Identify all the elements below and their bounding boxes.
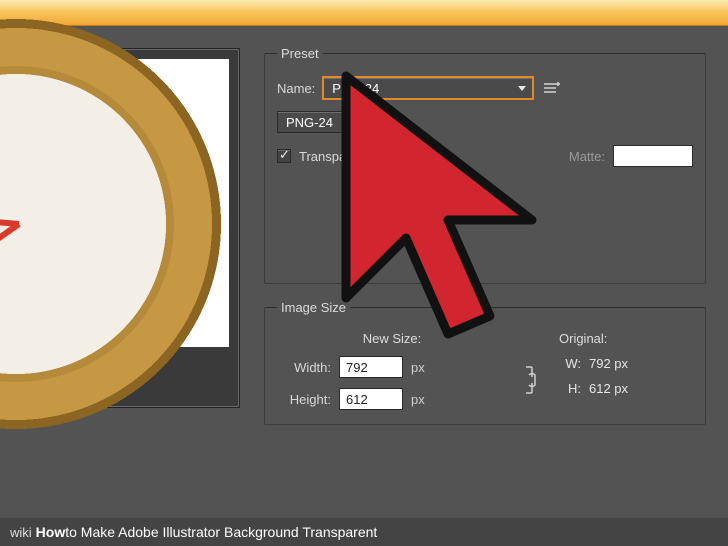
orig-width-label: W: bbox=[559, 356, 581, 371]
new-size-heading: New Size: bbox=[277, 331, 507, 346]
caption-bar: wiki How to Make Adobe Illustrator Backg… bbox=[0, 518, 728, 546]
height-input[interactable] bbox=[339, 388, 403, 410]
file-format-dropdown[interactable]: PNG-24 bbox=[277, 111, 387, 133]
export-panel: Preset Name: PNG-24 bbox=[250, 36, 720, 436]
name-label: Name: bbox=[277, 81, 315, 96]
preset-options-icon[interactable] bbox=[541, 79, 561, 97]
height-unit: px bbox=[411, 392, 425, 407]
width-input[interactable] bbox=[339, 356, 403, 378]
preset-name-value: PNG-24 bbox=[332, 81, 379, 96]
caption-prefix: wiki bbox=[10, 525, 32, 540]
transparency-label: Transparency bbox=[299, 149, 378, 164]
transparency-checkbox[interactable] bbox=[277, 149, 291, 163]
width-unit: px bbox=[411, 360, 425, 375]
width-label: Width: bbox=[277, 360, 331, 375]
orig-height-value: 612 px bbox=[589, 381, 628, 396]
matte-label: Matte: bbox=[569, 149, 605, 164]
preset-group: Preset Name: PNG-24 bbox=[264, 46, 706, 284]
artwork-preview bbox=[0, 48, 240, 408]
height-label: Height: bbox=[277, 392, 331, 407]
preset-name-dropdown[interactable]: PNG-24 bbox=[323, 77, 533, 99]
matte-dropdown[interactable] bbox=[613, 145, 693, 167]
caption-bold: How bbox=[36, 524, 66, 540]
chevron-down-icon bbox=[518, 86, 526, 91]
orig-width-value: 792 px bbox=[589, 356, 628, 371]
constrain-proportions-icon[interactable] bbox=[513, 331, 549, 395]
original-heading: Original: bbox=[559, 331, 693, 346]
window-titlebar bbox=[0, 0, 728, 26]
preset-legend: Preset bbox=[277, 46, 323, 61]
file-format-value: PNG-24 bbox=[286, 115, 333, 130]
image-size-group: Image Size New Size: Width: px Height: p… bbox=[264, 300, 706, 425]
caption-rest: to Make Adobe Illustrator Background Tra… bbox=[65, 524, 377, 540]
orig-height-label: H: bbox=[559, 381, 581, 396]
image-size-legend: Image Size bbox=[277, 300, 350, 315]
chevron-down-icon bbox=[372, 120, 380, 125]
